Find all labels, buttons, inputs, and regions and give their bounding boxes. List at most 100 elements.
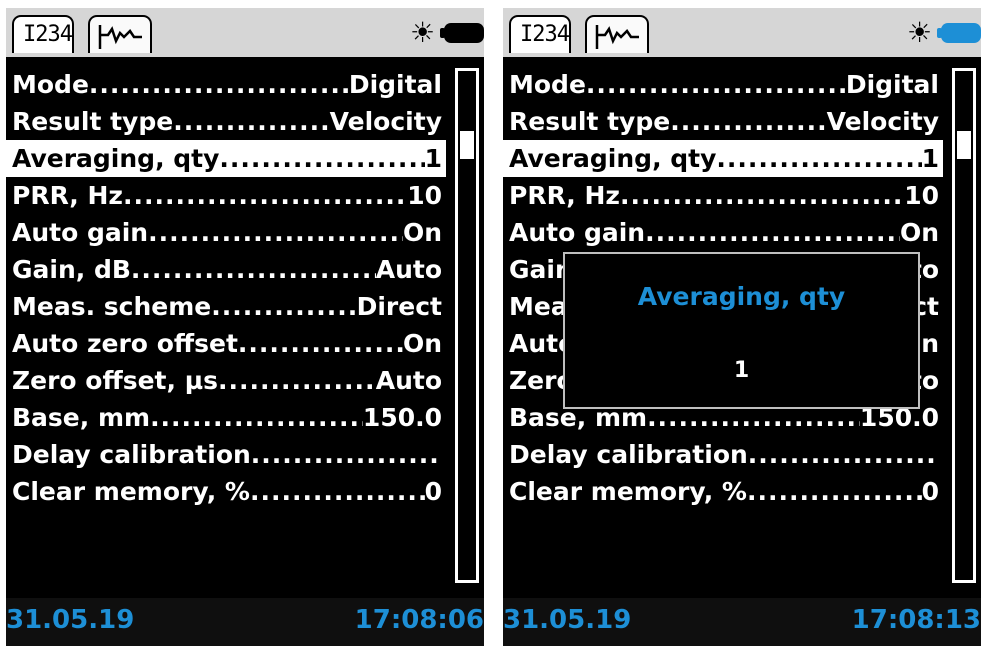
tab-digital[interactable]: I234 <box>509 15 571 53</box>
setting-label: Auto gain <box>509 218 646 247</box>
setting-row[interactable]: PRR, Hz 10 <box>503 177 943 214</box>
setting-label: Gain, dB <box>12 255 131 284</box>
setting-value: 0 <box>424 477 442 506</box>
waveform-icon <box>595 25 639 49</box>
tab-waveform[interactable] <box>88 15 152 53</box>
setting-label: Meas. scheme <box>12 292 212 321</box>
setting-value: 10 <box>407 181 442 210</box>
setting-value: 150.0 <box>362 403 442 432</box>
setting-label: PRR, Hz <box>12 181 123 210</box>
dot-leader <box>251 436 442 473</box>
setting-value: 1 <box>921 144 939 173</box>
device-screen-left: I234 ☀ Mode Digital Result type Velocity Ave… <box>6 8 484 646</box>
setting-value: Auto <box>375 366 442 395</box>
setting-row[interactable]: Averaging, qty 1 <box>503 140 943 177</box>
setting-label: Mode <box>509 70 586 99</box>
dot-leader <box>211 288 356 325</box>
setting-value: On <box>899 218 939 247</box>
dot-leader <box>716 140 921 177</box>
setting-value: Velocity <box>826 107 939 136</box>
sun-icon: ☀ <box>907 16 933 49</box>
dot-leader <box>238 325 403 362</box>
sun-icon: ☀ <box>410 16 436 49</box>
setting-value: 10 <box>904 181 939 210</box>
battery-icon <box>440 23 484 43</box>
setting-value: 0 <box>921 477 939 506</box>
setting-row[interactable]: Delay calibration <box>6 436 446 473</box>
setting-label: Clear memory, % <box>12 477 250 506</box>
scrollbar[interactable] <box>455 68 479 583</box>
setting-row[interactable]: Averaging, qty 1 <box>6 140 446 177</box>
setting-value: On <box>402 329 442 358</box>
tab-waveform[interactable] <box>585 15 649 53</box>
time-display: 17:08:06 <box>354 605 484 635</box>
dot-leader <box>586 66 846 103</box>
setting-value: Direct <box>356 292 442 321</box>
dot-leader <box>218 362 376 399</box>
setting-label: Mode <box>12 70 89 99</box>
setting-label: Delay calibration <box>12 440 251 469</box>
top-bar: I234 ☀ <box>503 8 981 57</box>
dialog-title: Averaging, qty <box>637 282 846 311</box>
dot-leader <box>150 399 363 436</box>
dot-leader <box>148 214 403 251</box>
setting-row[interactable]: Delay calibration <box>503 436 943 473</box>
setting-row[interactable]: Zero offset, µs Auto <box>6 362 446 399</box>
setting-label: Clear memory, % <box>509 477 747 506</box>
setting-row[interactable]: Auto gain On <box>6 214 446 251</box>
dot-leader <box>645 214 900 251</box>
setting-label: Base, mm <box>12 403 151 432</box>
setting-row[interactable]: PRR, Hz 10 <box>6 177 446 214</box>
dialog-value[interactable]: 1 <box>565 358 918 383</box>
setting-label: Auto zero offset <box>12 329 238 358</box>
setting-row[interactable]: Clear memory, % 0 <box>503 473 943 510</box>
dot-leader <box>123 177 407 214</box>
setting-label: PRR, Hz <box>509 181 620 210</box>
setting-value: 1 <box>424 144 442 173</box>
setting-value: Auto <box>375 255 442 284</box>
dot-leader <box>670 103 826 140</box>
setting-label: Averaging, qty <box>12 144 220 173</box>
dot-leader <box>89 66 349 103</box>
setting-label: Result type <box>12 107 174 136</box>
date-display: 31.05.19 <box>6 605 135 635</box>
tab-digital[interactable]: I234 <box>12 15 74 53</box>
tab-digital-label: I234 <box>23 22 73 47</box>
setting-row[interactable]: Result type Velocity <box>6 103 446 140</box>
setting-row[interactable]: Base, mm 150.0 <box>6 399 446 436</box>
status-bar: 31.05.19 17:08:06 <box>6 598 484 646</box>
date-display: 31.05.19 <box>503 605 632 635</box>
setting-value: On <box>402 218 442 247</box>
dot-leader <box>173 103 329 140</box>
setting-label: Result type <box>509 107 671 136</box>
scrollbar[interactable] <box>952 68 976 583</box>
waveform-icon <box>98 25 142 49</box>
setting-row[interactable]: Auto gain On <box>503 214 943 251</box>
setting-row[interactable]: Meas. scheme Direct <box>6 288 446 325</box>
dot-leader <box>131 251 376 288</box>
setting-row[interactable]: Auto zero offset On <box>6 325 446 362</box>
setting-row[interactable]: Mode Digital <box>503 66 943 103</box>
battery-icon <box>937 23 981 43</box>
dot-leader <box>219 140 424 177</box>
setting-label: Zero offset, µs <box>12 366 218 395</box>
setting-label: Averaging, qty <box>509 144 717 173</box>
scrollbar-thumb[interactable] <box>957 131 971 159</box>
setting-value: Velocity <box>329 107 442 136</box>
dot-leader <box>620 177 904 214</box>
dot-leader <box>748 436 939 473</box>
setting-row[interactable]: Clear memory, % 0 <box>6 473 446 510</box>
setting-value: Digital <box>348 70 442 99</box>
dot-leader <box>250 473 425 510</box>
time-display: 17:08:13 <box>851 605 981 635</box>
scrollbar-thumb[interactable] <box>460 131 474 159</box>
value-dialog[interactable]: Averaging, qty 1 <box>563 252 920 409</box>
top-bar: I234 ☀ <box>6 8 484 57</box>
dot-leader <box>747 473 922 510</box>
setting-row[interactable]: Gain, dB Auto <box>6 251 446 288</box>
device-screen-right: I234 ☀ Mode Digital Result type Velocity Ave… <box>503 8 981 646</box>
setting-row[interactable]: Mode Digital <box>6 66 446 103</box>
tab-digital-label: I234 <box>520 22 570 47</box>
setting-value: Digital <box>845 70 939 99</box>
setting-row[interactable]: Result type Velocity <box>503 103 943 140</box>
